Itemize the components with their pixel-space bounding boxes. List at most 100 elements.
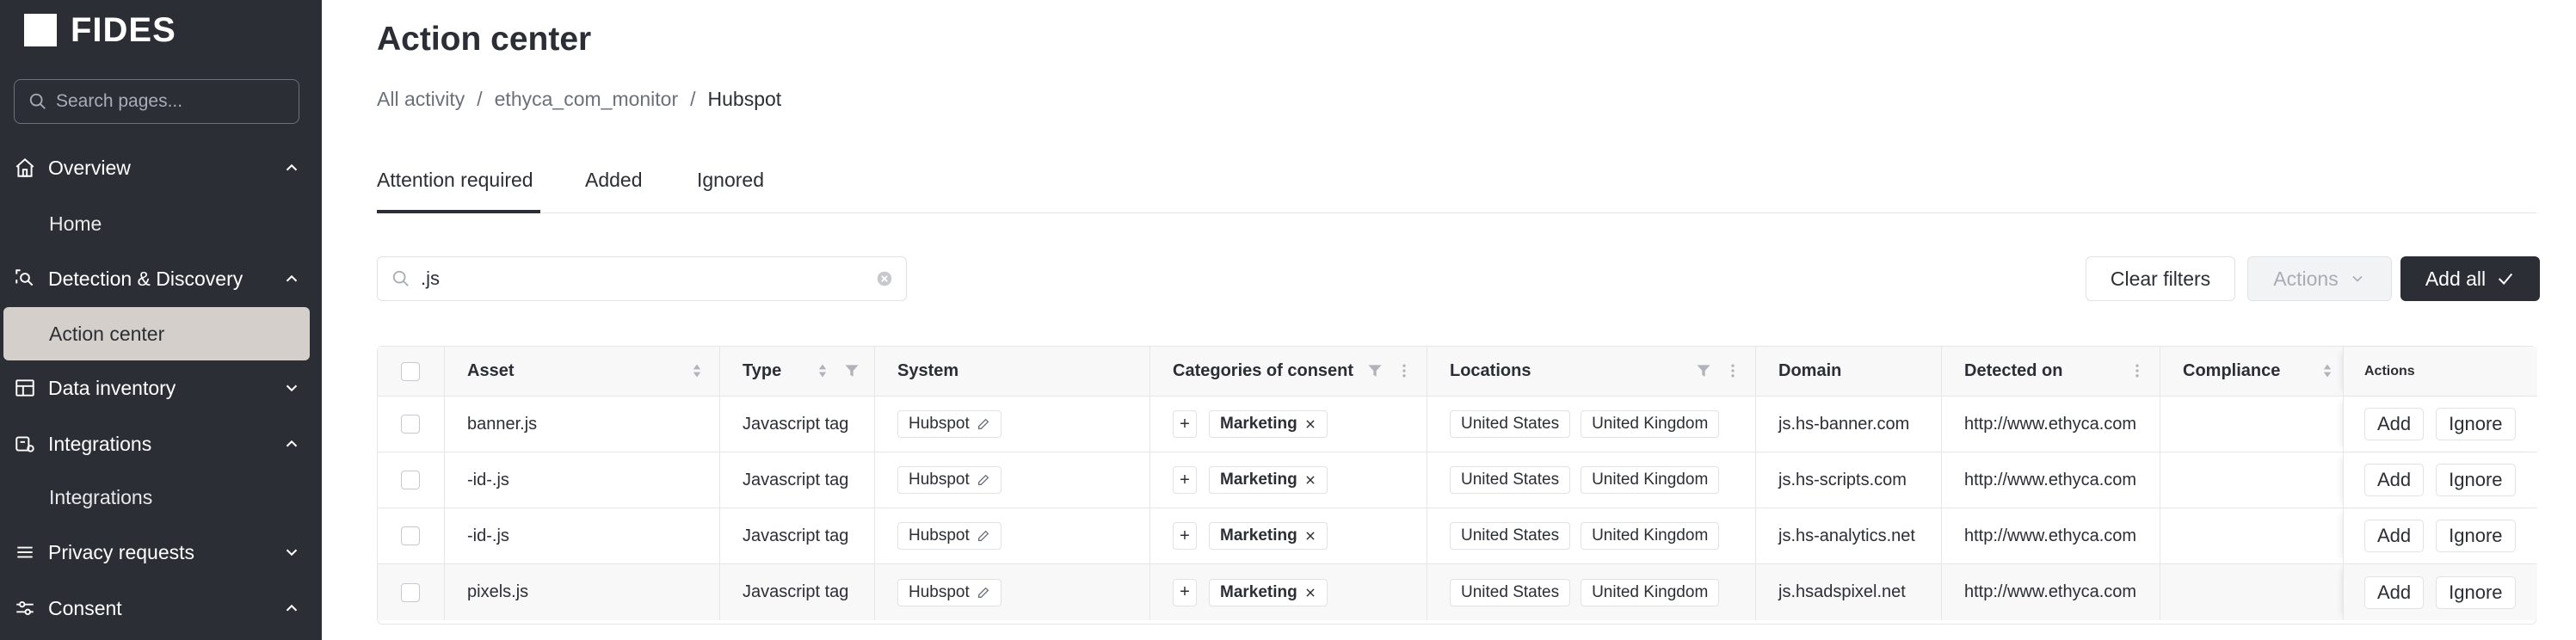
edit-icon[interactable] [977,529,990,543]
column-header-type[interactable]: Type [720,347,875,396]
ignore-button[interactable]: Ignore [2436,575,2516,609]
system-name: Hubspot [909,526,970,545]
nav-item-home[interactable]: Home [0,198,322,249]
table-header-row: Asset Type System Categories of consent … [378,347,2537,397]
row-checkbox[interactable] [401,471,420,489]
system-tag[interactable]: Hubspot [897,522,1001,550]
ignore-button[interactable]: Ignore [2436,520,2516,552]
tab-attention-required[interactable]: Attention required [377,169,540,213]
search-value: .js [421,268,440,289]
column-header-categories-of-consent[interactable]: Categories of consent [1150,347,1427,396]
nav-item-integrations[interactable]: Integrations [0,471,322,523]
select-all-checkbox[interactable] [401,361,420,381]
system-cell: Hubspot [875,564,1150,620]
asset-cell: pixels.js [445,564,720,620]
column-header-system: System [875,347,1150,396]
nav-group-label: Overview [48,156,131,179]
add-button[interactable]: Add [2364,464,2425,496]
add-consent-button[interactable]: + [1173,410,1197,438]
sort-icon[interactable] [814,362,831,379]
fides-logo[interactable]: FIDES [24,10,176,49]
tab-bar: Attention required Added Ignored [377,169,2536,213]
row-checkbox[interactable] [401,582,420,602]
add-button[interactable]: Add [2364,575,2425,609]
sort-icon[interactable] [2319,362,2336,379]
edit-icon[interactable] [977,586,990,600]
chevron-up-icon [286,274,298,282]
tab-ignored[interactable]: Ignored [697,169,764,213]
row-select-cell [378,397,445,452]
add-button[interactable]: Add [2364,520,2425,552]
add-consent-button[interactable]: + [1173,578,1197,606]
ignore-button[interactable]: Ignore [2436,408,2516,440]
nav-group-detection-discovery[interactable]: Detection & Discovery [0,255,322,303]
system-tag[interactable]: Hubspot [897,466,1001,494]
chevron-up-icon [286,163,298,171]
page-title: Action center [377,21,592,58]
nav-item-action-center[interactable]: Action center [3,307,310,360]
logo-text: FIDES [71,10,176,49]
main-content: Action center All activity / ethyca_com_… [322,0,2576,640]
nav-group-integrations[interactable]: Integrations [0,420,322,468]
actions-dropdown-button[interactable]: Actions [2247,256,2392,301]
column-label: Type [743,361,782,380]
add-consent-button[interactable]: + [1173,466,1197,494]
page-search-input[interactable]: Search pages... [14,79,299,124]
close-icon[interactable] [1304,418,1316,430]
add-all-button[interactable]: Add all [2400,256,2540,301]
column-header-compliance[interactable]: Compliance [2160,347,2343,396]
row-select-cell [378,452,445,508]
row-checkbox[interactable] [401,526,420,545]
domain-cell: js.hs-scripts.com [1756,452,1942,508]
column-header-detected-on[interactable]: Detected on [1942,347,2160,396]
type-cell: Javascript tag [720,397,875,452]
breadcrumb-monitor[interactable]: ethyca_com_monitor [495,88,679,111]
detected-on-cell: http://www.ethyca.com [1942,564,2160,620]
table-row[interactable]: -id-.js Javascript tag Hubspot + Marketin… [378,508,2537,564]
compliance-cell [2160,564,2343,620]
add-button[interactable]: Add [2364,408,2425,440]
table-row[interactable]: pixels.js Javascript tag Hubspot + Market… [378,564,2537,620]
column-header-locations[interactable]: Locations [1427,347,1756,396]
filter-icon[interactable] [843,362,860,379]
edit-icon[interactable] [977,473,990,487]
actions-cell: Add Ignore [2343,397,2537,452]
column-header-asset[interactable]: Asset [445,347,720,396]
tab-added[interactable]: Added [585,169,643,213]
location-tag: United Kingdom [1581,410,1720,438]
edit-icon[interactable] [977,417,990,431]
nav-group-privacy-requests[interactable]: Privacy requests [0,528,322,576]
column-label: Domain [1778,361,1842,380]
row-checkbox[interactable] [401,415,420,434]
filter-icon[interactable] [1695,362,1712,379]
asset-search-input[interactable]: .js [377,256,907,301]
detected-on-cell: http://www.ethyca.com [1942,397,2160,452]
nav-group-consent[interactable]: Consent [0,584,322,632]
close-icon[interactable] [1304,587,1316,599]
filter-icon[interactable] [1366,362,1384,379]
nav-group-data-inventory[interactable]: Data inventory [0,364,322,412]
system-tag[interactable]: Hubspot [897,410,1001,438]
ignore-button[interactable]: Ignore [2436,464,2516,496]
more-vertical-icon[interactable] [1724,362,1741,379]
chevron-down-icon [286,385,298,392]
sort-icon[interactable] [688,362,706,379]
add-consent-button[interactable]: + [1173,522,1197,550]
detected-on-cell: http://www.ethyca.com [1942,452,2160,508]
more-vertical-icon[interactable] [2129,362,2146,379]
locations-cell: United States United Kingdom [1427,508,1756,563]
actions-label: Actions [2273,267,2339,290]
column-label: Locations [1450,361,1531,380]
close-icon[interactable] [1304,530,1316,542]
type-cell: Javascript tag [720,452,875,508]
system-tag[interactable]: Hubspot [897,578,1001,606]
more-vertical-icon[interactable] [1396,362,1413,379]
breadcrumb-all-activity[interactable]: All activity [377,88,465,111]
close-icon[interactable] [1304,474,1316,486]
clear-circle-icon[interactable] [875,269,894,288]
row-select-cell [378,564,445,620]
nav-group-overview[interactable]: Overview [0,144,322,192]
clear-filters-button[interactable]: Clear filters [2086,256,2235,301]
table-row[interactable]: banner.js Javascript tag Hubspot + Market… [378,397,2537,452]
table-row[interactable]: -id-.js Javascript tag Hubspot + Marketin… [378,452,2537,508]
